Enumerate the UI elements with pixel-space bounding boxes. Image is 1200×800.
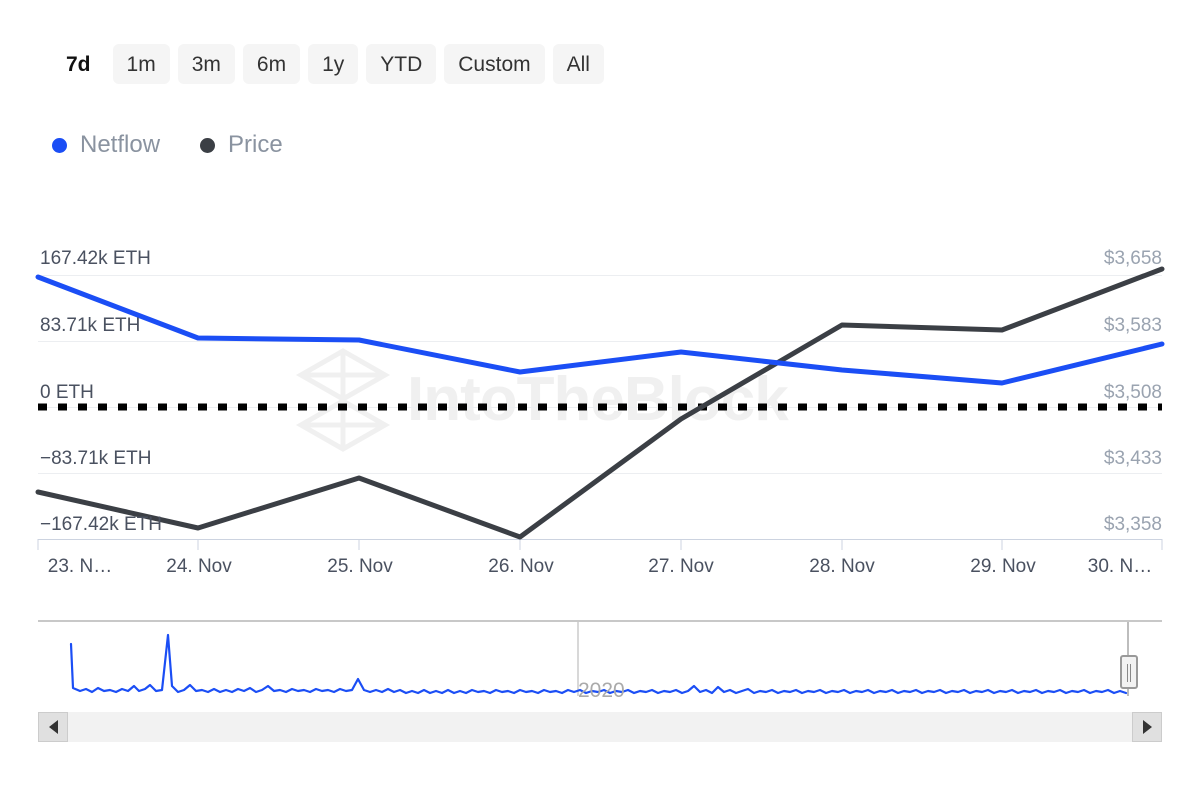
- scrollbar-track[interactable]: [68, 712, 1132, 742]
- scroll-right-button[interactable]: [1132, 712, 1162, 742]
- series-line-price: [38, 269, 1162, 537]
- chart-gridlines: [38, 276, 1162, 474]
- scroll-left-button[interactable]: [38, 712, 68, 742]
- y-axis-right-label-4: $3,358: [1104, 514, 1162, 536]
- legend-dot-netflow: [52, 138, 67, 153]
- y-axis-left-label-0: 167.42k ETH: [40, 248, 151, 270]
- x-axis-label-6: 29. Nov: [970, 556, 1035, 578]
- x-axis-label-5: 28. Nov: [809, 556, 874, 578]
- range-button-6m[interactable]: 6m: [243, 44, 300, 84]
- x-axis-ticks: [38, 539, 1162, 550]
- x-axis-label-0: 23. N…: [48, 556, 112, 578]
- range-button-1m[interactable]: 1m: [113, 44, 170, 84]
- range-button-custom[interactable]: Custom: [444, 44, 544, 84]
- range-button-ytd[interactable]: YTD: [366, 44, 436, 84]
- handle-grip-line: [1130, 664, 1131, 682]
- x-axis-label-1: 24. Nov: [166, 556, 231, 578]
- legend-item-price[interactable]: Price: [200, 133, 283, 157]
- x-axis-label-7: 30. N…: [1088, 556, 1152, 578]
- chart-plot-area: 167.42k ETH 83.71k ETH 0 ETH −83.71k ETH…: [0, 230, 1200, 550]
- y-axis-left-label-3: −83.71k ETH: [40, 448, 151, 470]
- x-axis-label-2: 25. Nov: [327, 556, 392, 578]
- y-axis-left-label-2: 0 ETH: [40, 382, 94, 404]
- range-button-1y[interactable]: 1y: [308, 44, 358, 84]
- legend-label-price: Price: [228, 133, 283, 157]
- y-axis-left-label-4: −167.42k ETH: [40, 514, 162, 536]
- y-axis-right-label-3: $3,433: [1104, 448, 1162, 470]
- arrow-right-icon: [1143, 720, 1152, 734]
- navigator-year-label: 2020: [578, 679, 625, 703]
- y-axis-left-label-1: 83.71k ETH: [40, 315, 140, 337]
- range-button-3m[interactable]: 3m: [178, 44, 235, 84]
- chart-page: 7d 1m 3m 6m 1y YTD Custom All Netflow Pr…: [0, 0, 1200, 800]
- legend-dot-price: [200, 138, 215, 153]
- chart-legend: Netflow Price: [52, 133, 283, 157]
- y-axis-right-label-1: $3,583: [1104, 315, 1162, 337]
- range-button-7d[interactable]: 7d: [52, 44, 105, 84]
- x-axis-label-3: 26. Nov: [488, 556, 553, 578]
- x-axis-label-4: 27. Nov: [648, 556, 713, 578]
- legend-item-netflow[interactable]: Netflow: [52, 133, 160, 157]
- x-axis-labels: 23. N… 24. Nov 25. Nov 26. Nov 27. Nov 2…: [0, 556, 1200, 586]
- handle-grip-line: [1127, 664, 1128, 682]
- navigator-right-handle[interactable]: [1120, 655, 1138, 689]
- chart-svg: [0, 230, 1200, 550]
- y-axis-right-label-2: $3,508: [1104, 382, 1162, 404]
- legend-label-netflow: Netflow: [80, 133, 160, 157]
- range-button-all[interactable]: All: [553, 44, 604, 84]
- arrow-left-icon: [49, 720, 58, 734]
- range-selector: 7d 1m 3m 6m 1y YTD Custom All: [52, 44, 604, 84]
- navigator-scrollbar[interactable]: [38, 712, 1162, 742]
- y-axis-right-label-0: $3,658: [1104, 248, 1162, 270]
